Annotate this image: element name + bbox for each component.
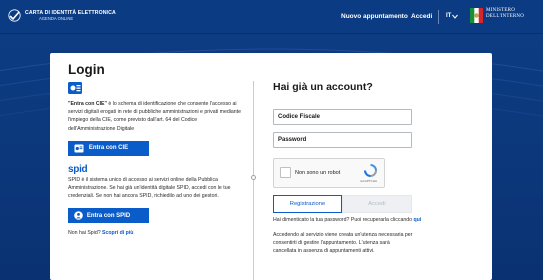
ministry-line2: DELL'INTERNO bbox=[486, 14, 525, 19]
cie-description: "Entra con CIE" è lo schema di identific… bbox=[68, 100, 243, 133]
top-bar: CARTA DI IDENTITÀ ELETTRONICA AGENDA ONL… bbox=[0, 0, 543, 34]
language-label: IT bbox=[446, 13, 452, 19]
nav-login[interactable]: Accedi bbox=[411, 13, 432, 20]
account-info-text: Accedendo al servizio viene creata un'ut… bbox=[273, 232, 413, 255]
recaptcha-label: Non sono un robot bbox=[295, 170, 341, 176]
chevron-down-icon bbox=[452, 14, 459, 19]
language-selector[interactable]: IT bbox=[446, 13, 459, 19]
login-title: Login bbox=[68, 62, 105, 77]
login-panel: Login "Entra con CIE" è lo schema di ide… bbox=[68, 62, 243, 236]
forgot-password-text: Hai dimenticato la tua password? Puoi re… bbox=[273, 217, 421, 223]
fiscal-code-input[interactable]: Codice Fiscale bbox=[273, 109, 412, 125]
no-spid-question: Non hai Spid? bbox=[68, 230, 101, 237]
tab-access[interactable]: Accedi bbox=[342, 195, 412, 213]
recaptcha-checkbox[interactable] bbox=[280, 167, 291, 178]
no-spid-text: Non hai Spid? Scopri di più bbox=[68, 230, 243, 236]
recover-password-link[interactable]: qui bbox=[413, 217, 421, 223]
cie-card-icon bbox=[74, 144, 84, 153]
ministry-logo[interactable]: MINISTERO DELL'INTERNO bbox=[470, 8, 524, 23]
cie-description-bold: "Entra con CIE" bbox=[68, 101, 107, 107]
login-card: Login "Entra con CIE" è lo schema di ide… bbox=[50, 53, 492, 280]
enter-with-cie-button[interactable]: Entra con CIE bbox=[68, 140, 149, 156]
italy-emblem-icon bbox=[470, 8, 483, 23]
nav-new-appointment[interactable]: Nuovo appuntamento bbox=[341, 13, 408, 20]
cie-brand-icon bbox=[8, 9, 21, 22]
divider-dot bbox=[251, 175, 256, 180]
spid-description: SPID è il sistema unico di accesso ai se… bbox=[68, 176, 231, 200]
recaptcha-brand: reCAPTCHA bbox=[360, 179, 378, 183]
password-input[interactable]: Password bbox=[273, 132, 412, 148]
spid-logo: spid bbox=[68, 163, 88, 175]
brand-logo-link[interactable]: CARTA DI IDENTITÀ ELETTRONICA AGENDA ONL… bbox=[8, 9, 116, 22]
account-title: Hai già un account? bbox=[273, 81, 373, 93]
recaptcha-widget: Non sono un robot reCAPTCHA bbox=[273, 158, 385, 188]
learn-more-link[interactable]: Scopri di più bbox=[102, 230, 133, 236]
auth-tabs: Registrazione Accedi bbox=[273, 195, 412, 213]
account-panel: Hai già un account? Codice Fiscale Passw… bbox=[273, 81, 421, 256]
vertical-divider bbox=[251, 81, 256, 280]
enter-with-spid-button[interactable]: Entra con SPID bbox=[68, 208, 149, 224]
spid-button-label: Entra con SPID bbox=[86, 212, 131, 219]
tab-registration[interactable]: Registrazione bbox=[273, 195, 342, 213]
recaptcha-icon bbox=[364, 164, 377, 177]
cie-button-label: Entra con CIE bbox=[88, 145, 129, 152]
brand-subtitle: AGENDA ONLINE bbox=[39, 16, 74, 21]
forgot-password-question: Hai dimenticato la tua password? Puoi re… bbox=[273, 217, 412, 223]
cie-icon bbox=[68, 82, 82, 94]
nav-separator bbox=[438, 10, 439, 24]
user-icon bbox=[74, 211, 83, 221]
